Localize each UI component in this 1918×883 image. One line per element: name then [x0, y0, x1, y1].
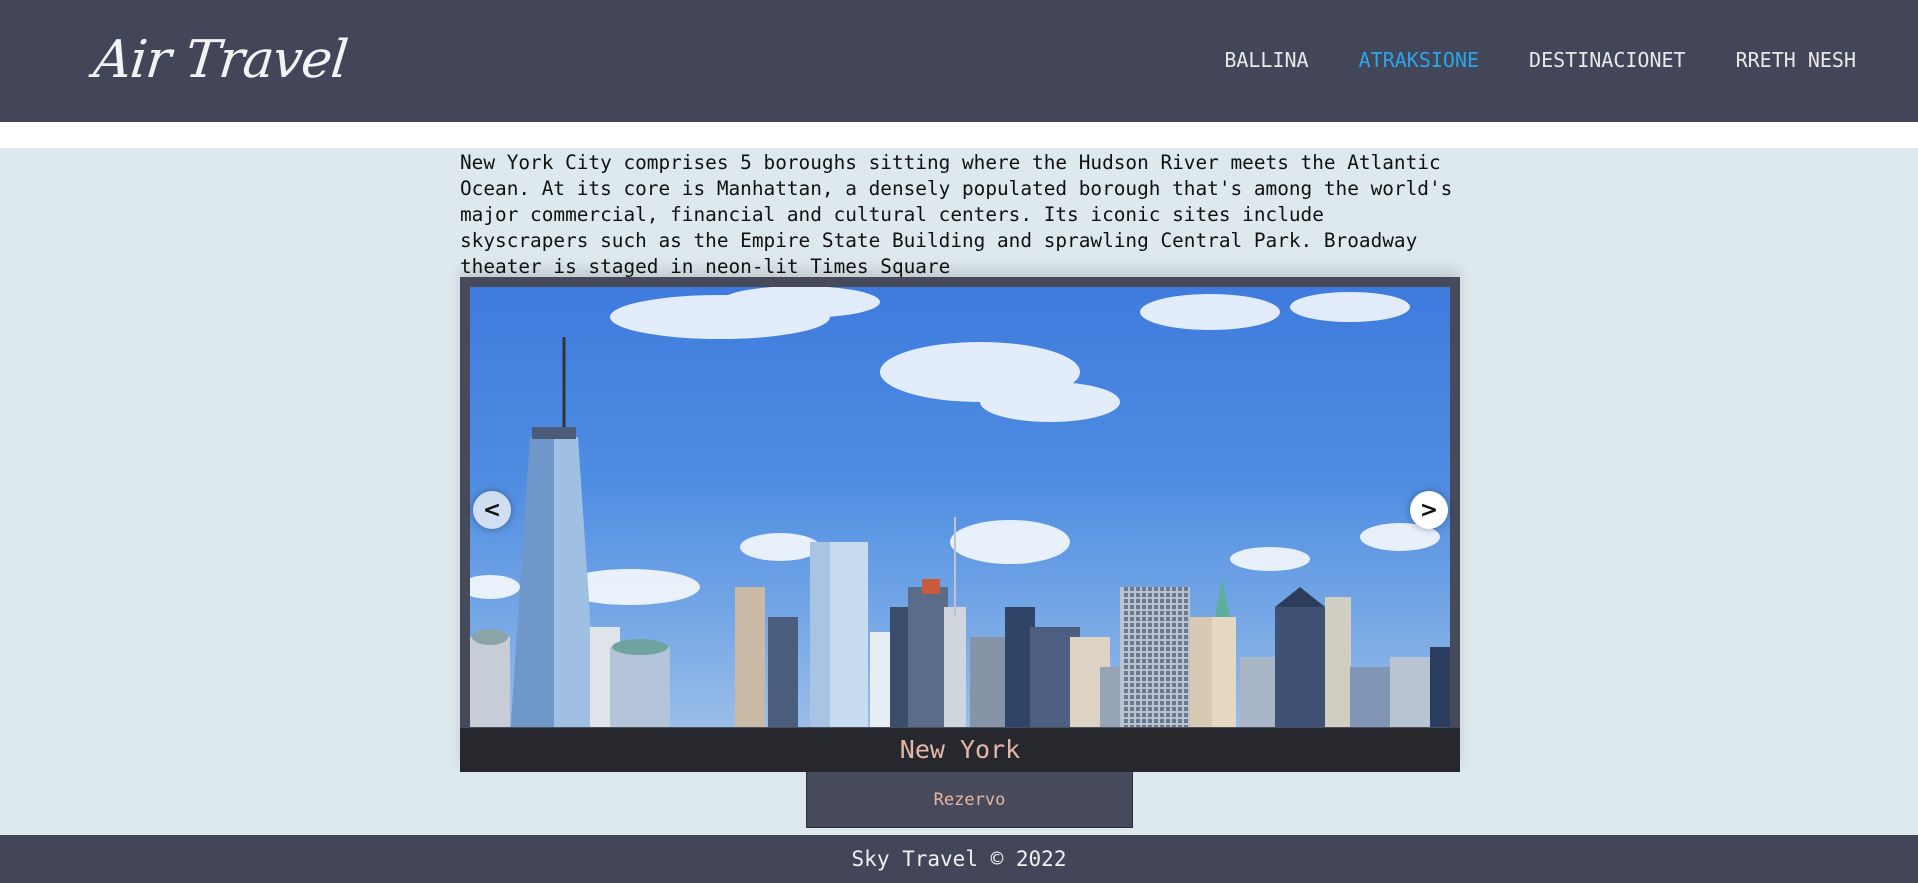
slide-caption: New York [460, 728, 1460, 772]
site-header: Air Travel BALLINA ATRAKSIONE DESTINACIO… [0, 0, 1918, 122]
main-nav: BALLINA ATRAKSIONE DESTINACIONET RRETH N… [1224, 48, 1856, 72]
destination-description: New York City comprises 5 boroughs sitti… [460, 151, 1453, 278]
nav-destinacionet[interactable]: DESTINACIONET [1529, 48, 1686, 72]
header-divider [0, 122, 1918, 148]
logo[interactable]: Air Travel [91, 30, 350, 90]
nav-atraksione[interactable]: ATRAKSIONE [1359, 48, 1479, 72]
slider-next-button[interactable]: > [1410, 491, 1448, 529]
nav-rreth-nesh[interactable]: RRETH NESH [1736, 48, 1856, 72]
skyline-illustration [470, 287, 1450, 772]
nav-ballina[interactable]: BALLINA [1224, 48, 1308, 72]
chevron-left-icon: < [482, 497, 502, 523]
chevron-right-icon: > [1419, 497, 1439, 523]
site-footer: Sky Travel © 2022 [0, 835, 1918, 883]
new-york-skyline-image [470, 287, 1450, 772]
reserve-button[interactable]: Rezervo [806, 772, 1133, 828]
slider-prev-button[interactable]: < [473, 491, 511, 529]
image-slider: < > New York [460, 277, 1460, 772]
